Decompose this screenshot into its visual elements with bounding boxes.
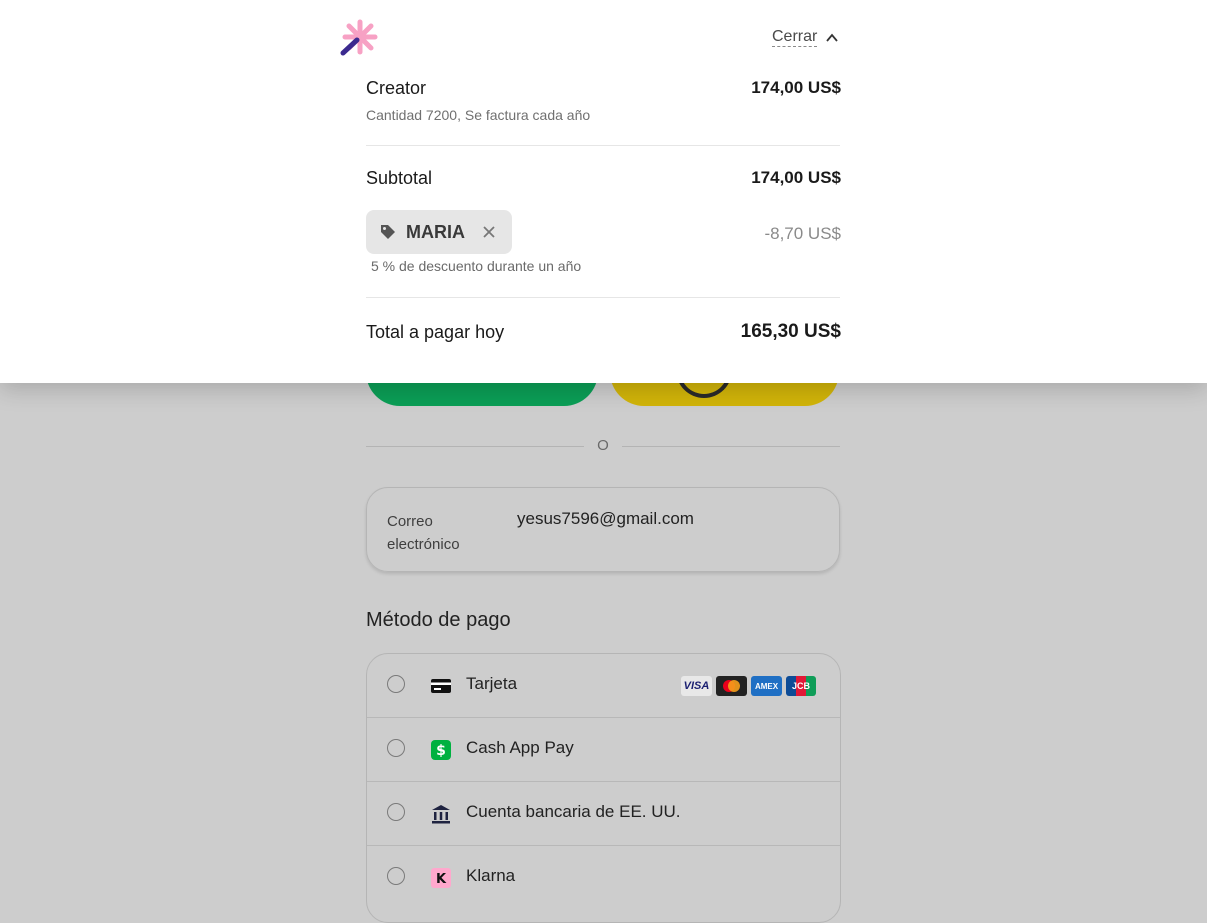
- or-separator: O: [597, 437, 609, 454]
- payment-option-bank[interactable]: Cuenta bancaria de EE. UU.: [367, 782, 840, 846]
- svg-text:K: K: [436, 872, 447, 887]
- close-label: Cerrar: [772, 28, 818, 47]
- email-label: Correo electrónico: [387, 513, 460, 553]
- card-brands: VISA AMEX JCB: [681, 676, 816, 696]
- payment-option-label: Tarjeta: [466, 674, 518, 693]
- radio-button[interactable]: [387, 739, 405, 757]
- payment-method-title: Método de pago: [366, 609, 511, 631]
- total-value: 165,30 US$: [740, 321, 841, 342]
- visa-logo-icon: VISA: [681, 676, 712, 696]
- chevron-up-icon: [826, 33, 839, 42]
- payment-option-label: Klarna: [466, 866, 516, 885]
- radio-button[interactable]: [387, 867, 405, 885]
- svg-text:$: $: [436, 743, 446, 759]
- divider-left: [366, 446, 584, 447]
- promo-code-chip: MARIA: [366, 210, 512, 254]
- promo-code: MARIA: [406, 222, 465, 242]
- discount-note: 5 % de descuento durante un año: [371, 258, 582, 274]
- product-name: Creator: [366, 78, 427, 98]
- subtotal-value: 174,00 US$: [751, 168, 841, 187]
- product-detail: Cantidad 7200, Se factura cada año: [366, 107, 591, 123]
- payment-option-label: Cash App Pay: [466, 738, 574, 757]
- payment-option-klarna[interactable]: K Klarna: [367, 846, 840, 910]
- payment-method-list: Tarjeta VISA AMEX JCB $ Cash App Pay Cue…: [366, 653, 841, 923]
- email-value[interactable]: yesus7596@gmail.com: [517, 509, 694, 529]
- summary-divider: [366, 297, 840, 298]
- close-summary-button[interactable]: Cerrar: [772, 28, 839, 47]
- card-icon: [431, 679, 451, 693]
- radio-button[interactable]: [387, 675, 405, 693]
- subtotal-label: Subtotal: [366, 168, 433, 188]
- summary-divider: [366, 145, 840, 146]
- bank-icon: [432, 805, 450, 824]
- discount-amount: -8,70 US$: [764, 224, 841, 243]
- email-field[interactable]: Correo electrónico yesus7596@gmail.com: [366, 487, 840, 572]
- total-label: Total a pagar hoy: [366, 322, 505, 342]
- radio-button[interactable]: [387, 803, 405, 821]
- brand-logo-icon: [340, 19, 378, 56]
- order-summary-panel: Cerrar Creator 174,00 US$ Cantidad 7200,…: [0, 0, 1207, 383]
- payment-option-card[interactable]: Tarjeta VISA AMEX JCB: [367, 654, 840, 718]
- product-price: 174,00 US$: [751, 78, 841, 97]
- payment-option-label: Cuenta bancaria de EE. UU.: [466, 802, 681, 821]
- remove-promo-icon[interactable]: [480, 223, 498, 241]
- divider-right: [622, 446, 840, 447]
- cashapp-icon: $: [431, 740, 451, 760]
- jcb-logo-icon: JCB: [786, 676, 816, 696]
- mastercard-logo-icon: [716, 676, 747, 696]
- payment-option-cashapp[interactable]: $ Cash App Pay: [367, 718, 840, 782]
- amex-logo-icon: AMEX: [751, 676, 782, 696]
- tag-icon: [381, 225, 395, 239]
- klarna-icon: K: [431, 868, 451, 888]
